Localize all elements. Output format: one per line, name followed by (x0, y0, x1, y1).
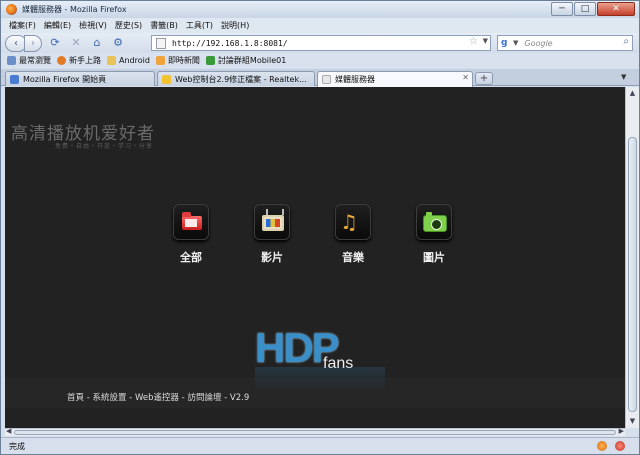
page-icon (156, 37, 166, 49)
google-icon[interactable]: g (501, 38, 511, 48)
scroll-thumb[interactable] (628, 137, 637, 412)
logo-reflection (255, 367, 385, 391)
bookmark-android[interactable]: Android (107, 56, 150, 65)
tab-realtek-forum[interactable]: Web控制台2.9修正檔案 - Realtek... (157, 71, 315, 86)
notification-icon[interactable] (615, 441, 625, 451)
google-icon (10, 74, 19, 84)
minimize-button[interactable]: ─ (551, 2, 573, 16)
stop-icon[interactable]: ✕ (68, 35, 84, 51)
page-icon (322, 75, 331, 84)
tv-icon[interactable] (254, 204, 290, 240)
menu-tools[interactable]: 工具(T) (186, 20, 213, 31)
bookmark-label: 新手上路 (69, 56, 101, 65)
mobile01-icon (205, 56, 215, 65)
tab-media-server[interactable]: 媒體服務器 ✕ (317, 71, 473, 87)
url-text[interactable]: http://192.168.1.8:8081/ (172, 39, 288, 48)
bookmark-getting-started[interactable]: 新手上路 (57, 55, 101, 66)
page-content: 高清播放机爱好者 免费・自由・开放・学习・分享 全部 影片 ♫ 音樂 圖片 HD… (5, 87, 625, 428)
window-title: 媒體服務器 - Mozilla Firefox (22, 5, 127, 14)
tile-all[interactable]: 全部 (161, 204, 221, 265)
maximize-button[interactable]: □ (574, 2, 596, 16)
bookmark-icon (7, 56, 16, 65)
menu-edit[interactable]: 編輯(E) (44, 20, 71, 31)
close-tab-icon[interactable]: ✕ (462, 73, 469, 82)
menu-file[interactable]: 檔案(F) (9, 20, 36, 31)
window-controls: ─ □ ✕ (550, 2, 635, 16)
site-tagline: 免费・自由・开放・学习・分享 (55, 143, 154, 150)
tile-music[interactable]: ♫ 音樂 (323, 204, 383, 265)
navigation-toolbar: ‹ › ⟳ ✕ ⌂ ⚙ http://192.168.1.8:8081/ ☆ ▼… (1, 33, 639, 53)
menu-bookmarks[interactable]: 書籤(B) (150, 20, 178, 31)
bookmark-label: Android (119, 56, 150, 65)
camera-icon[interactable] (416, 204, 452, 240)
menu-help[interactable]: 說明(H) (221, 20, 249, 31)
footer-navigation[interactable]: 首頁 - 系統設置 - Web遙控器 - 訪問論壇 - V2.9 (67, 391, 249, 403)
bookmark-label: 最常瀏覽 (19, 56, 51, 65)
scroll-right-icon[interactable]: ▶ (619, 427, 624, 435)
scroll-down-icon[interactable]: ▼ (626, 415, 639, 428)
bookmark-star-icon[interactable]: ☆ (469, 36, 478, 47)
tab-label: Mozilla Firefox 開始頁 (23, 74, 107, 84)
url-dropdown-icon[interactable]: ▼ (483, 37, 488, 45)
home-icon[interactable]: ⌂ (89, 35, 105, 51)
horizontal-scroll-thumb[interactable] (14, 430, 616, 435)
status-text: 完成 (9, 441, 25, 451)
status-bar: 完成 (1, 437, 639, 454)
search-box[interactable]: g ▼ Google ⌕ (497, 35, 633, 51)
horizontal-scrollbar[interactable]: ◀ ▶ (5, 427, 625, 436)
scroll-up-icon[interactable]: ▲ (626, 87, 639, 100)
tile-videos[interactable]: 影片 (242, 204, 302, 265)
close-button[interactable]: ✕ (597, 2, 635, 16)
menu-bar: 檔案(F) 編輯(E) 檢視(V) 歷史(S) 書籤(B) 工具(T) 說明(H… (1, 18, 639, 33)
title-bar: 媒體服務器 - Mozilla Firefox ─ □ ✕ (1, 1, 639, 18)
music-icon[interactable]: ♫ (335, 204, 371, 240)
bookmark-label: 討論群組Mobile01 (217, 56, 287, 65)
new-tab-button[interactable]: + (475, 72, 493, 85)
tile-pictures[interactable]: 圖片 (404, 204, 464, 265)
tab-list-dropdown-icon[interactable]: ▼ (621, 73, 626, 81)
tile-label[interactable]: 全部 (161, 249, 221, 265)
tab-label: 媒體服務器 (335, 75, 375, 84)
folder-icon[interactable] (173, 204, 209, 240)
menu-history[interactable]: 歷史(S) (115, 20, 142, 31)
firefox-icon (6, 4, 17, 15)
bookmark-most-visited[interactable]: 最常瀏覽 (7, 55, 51, 66)
bookmarks-toolbar: 最常瀏覽 新手上路 Android 即時新聞 討論群組Mobile01 (1, 53, 639, 68)
bookmark-mobile01[interactable]: 討論群組Mobile01 (205, 55, 287, 66)
tab-firefox-start[interactable]: Mozilla Firefox 開始頁 (5, 71, 155, 86)
bookmark-label: 即時新聞 (167, 56, 200, 65)
vertical-scrollbar[interactable]: ▲ ▼ (625, 87, 639, 428)
addon-icon[interactable]: ⚙ (110, 35, 126, 51)
search-icon[interactable]: ⌕ (623, 36, 629, 47)
hdpfans-logo: HDP fans (255, 327, 385, 391)
url-bar[interactable]: http://192.168.1.8:8081/ ☆ ▼ (151, 35, 491, 51)
browser-window: 媒體服務器 - Mozilla Firefox ─ □ ✕ 檔案(F) 編輯(E… (0, 0, 640, 455)
addon-status-icon[interactable] (597, 441, 607, 451)
tab-label: Web控制台2.9修正檔案 - Realtek... (175, 74, 307, 84)
forward-button[interactable]: › (24, 34, 42, 52)
scroll-left-icon[interactable]: ◀ (6, 427, 11, 435)
forum-icon (162, 74, 171, 84)
search-placeholder[interactable]: Google (524, 39, 552, 48)
tile-label[interactable]: 圖片 (404, 249, 464, 265)
firefox-icon (57, 56, 66, 65)
tab-strip: Mozilla Firefox 開始頁 Web控制台2.9修正檔案 - Real… (1, 69, 639, 87)
menu-view[interactable]: 檢視(V) (79, 20, 107, 31)
reload-icon[interactable]: ⟳ (47, 35, 63, 51)
tile-label[interactable]: 音樂 (323, 249, 383, 265)
tile-label[interactable]: 影片 (242, 249, 302, 265)
rss-icon (155, 56, 165, 65)
folder-icon (107, 56, 116, 65)
search-engine-dropdown-icon[interactable]: ▼ (513, 39, 518, 47)
bookmark-news[interactable]: 即時新聞 (155, 55, 200, 66)
